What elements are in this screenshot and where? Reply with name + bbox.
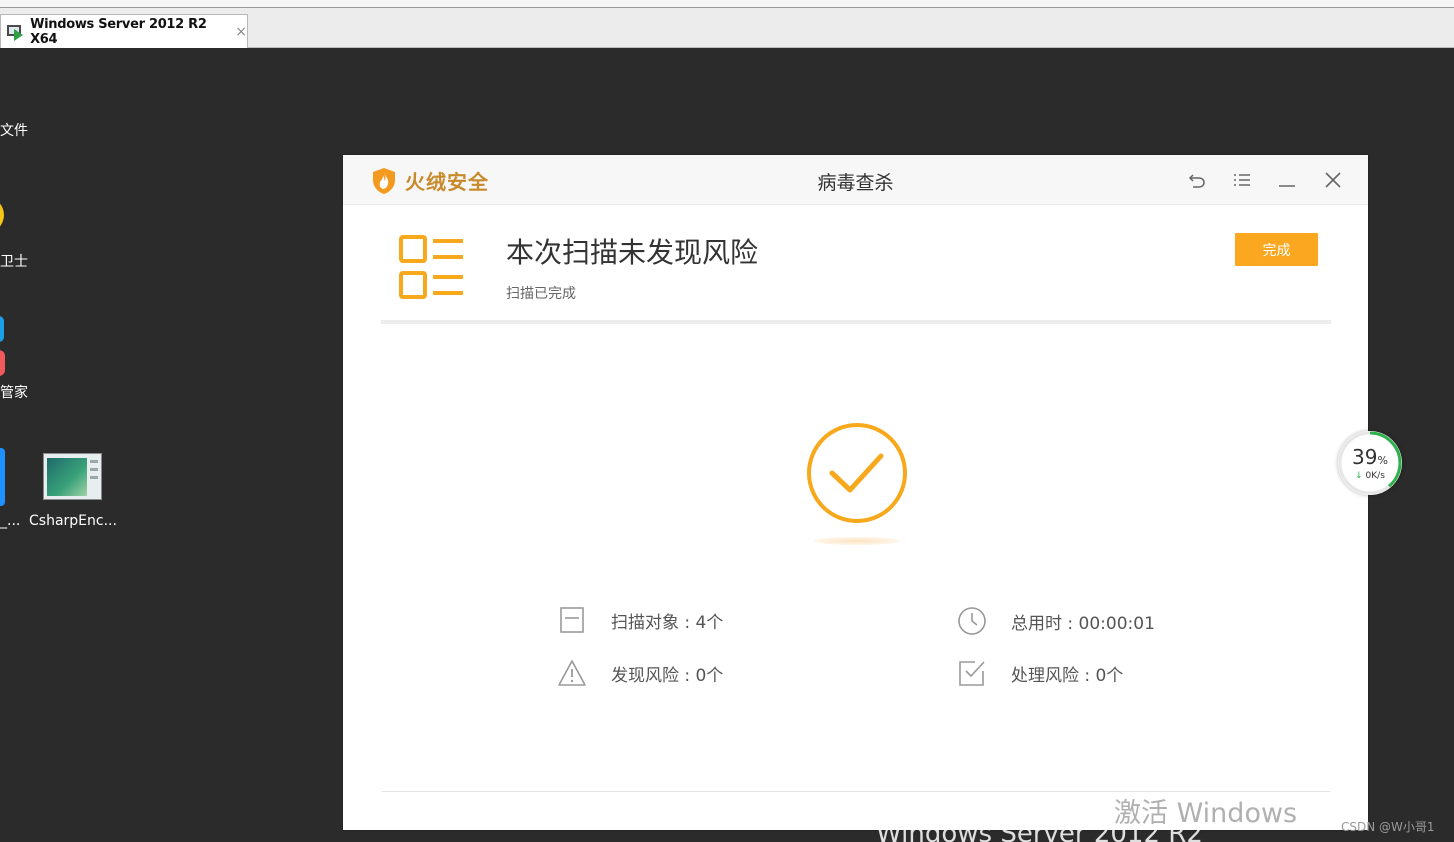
desktop-icon-label-manager[interactable]: 管家 <box>0 382 28 402</box>
scan-report-icon <box>399 235 463 299</box>
host-toolbar-strip <box>0 0 1454 8</box>
windows-activation-watermark: 激活 Windows <box>1114 798 1298 829</box>
dialog-titlebar[interactable]: 火绒安全 病毒查杀 <box>343 155 1368 205</box>
stat-risks-found: 发现风险 : 0个 <box>557 659 723 687</box>
warning-icon <box>558 660 586 686</box>
stat-risks-handled-text: 处理风险 : 0个 <box>1011 665 1124 686</box>
speed-ball-widget[interactable]: 39% ↓ 0K/s <box>1338 431 1402 495</box>
document-icon <box>560 607 584 633</box>
speed-ball-percent-unit: % <box>1377 454 1388 467</box>
menu-icon[interactable] <box>1231 169 1253 191</box>
stat-scan-objects-text: 扫描对象 : 4个 <box>611 612 724 633</box>
download-arrow-icon: ↓ <box>1355 471 1363 481</box>
speed-ball-percent-value: 39 <box>1352 445 1378 469</box>
host-tab-close-icon[interactable]: × <box>235 24 247 40</box>
scan-status-text: 扫描已完成 <box>506 286 576 302</box>
host-vm-tab[interactable]: Windows Server 2012 R2 X64 × <box>0 14 248 48</box>
header-divider <box>381 320 1331 324</box>
speed-ball-rate-text: 0K/s <box>1365 471 1385 481</box>
done-button[interactable]: 完成 <box>1235 233 1318 266</box>
desktop-icon-label-files[interactable]: 文件 <box>0 120 28 140</box>
scan-result-title: 本次扫描未发现风险 <box>506 236 759 269</box>
minimize-icon[interactable] <box>1276 169 1298 191</box>
csharpenc-app-icon[interactable] <box>43 453 102 500</box>
csdn-credit: CSDN @W小哥1 <box>1341 820 1435 834</box>
stat-total-time: 总用时 : 00:00:01 <box>957 606 1155 636</box>
virus-scan-dialog: 火绒安全 病毒查杀 本次扫描未发现风险 扫描已完成 完成 扫描对象: 4个 总… <box>343 155 1368 830</box>
desktop-app-red-icon[interactable] <box>0 350 5 376</box>
dialog-title: 病毒查杀 <box>817 172 894 194</box>
speed-ball-rate: ↓ 0K/s <box>1338 471 1402 481</box>
desktop-icon-label-csharpenc[interactable]: CsharpEnc... <box>29 513 117 529</box>
host-tab-bar: Windows Server 2012 R2 X64 × <box>0 0 1454 48</box>
stat-total-time-text: 总用时 : 00:00:01 <box>1011 613 1155 634</box>
desktop-icon-label-guard[interactable]: 卫士 <box>0 251 28 271</box>
desktop-icon-label-partial[interactable]: _... <box>0 513 20 529</box>
desktop-app-blue-tall-icon[interactable] <box>0 448 5 506</box>
speed-ball-percent: 39% <box>1338 445 1402 469</box>
stat-risks-found-text: 发现风险 : 0个 <box>611 665 724 686</box>
stat-risks-handled: 处理风险 : 0个 <box>957 659 1123 687</box>
close-icon[interactable] <box>1322 169 1344 191</box>
desktop-app-blue-icon[interactable] <box>0 316 4 342</box>
stat-scan-objects: 扫描对象 : 4个 <box>557 606 723 634</box>
checkbox-checked-icon <box>959 661 985 686</box>
clock-icon <box>958 607 986 635</box>
desktop-security-guard-icon[interactable] <box>0 197 4 233</box>
success-check-icon <box>807 423 907 545</box>
back-icon[interactable] <box>1186 169 1208 191</box>
host-tab-title: Windows Server 2012 R2 X64 <box>30 16 207 47</box>
vm-play-icon <box>7 24 24 41</box>
